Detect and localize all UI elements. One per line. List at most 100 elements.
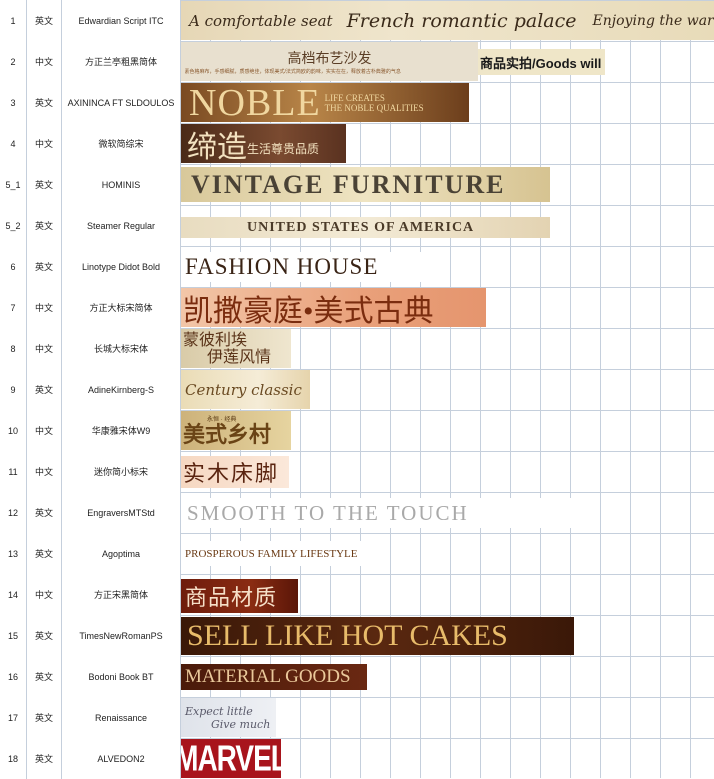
row-index: 15: [0, 615, 27, 656]
table-row[interactable]: 9 英文 AdineKirnberg-S Century classic: [0, 369, 714, 410]
font-sample-image: 实木床脚: [181, 456, 289, 488]
font-sample-image: NOBLE LIFE CREATES THE NOBLE QUALITIES: [181, 83, 469, 122]
sample-text: Expect little: [185, 704, 253, 718]
font-sample-image: 缔造 生活尊贵品质: [181, 124, 346, 163]
font-sample-image: MARVEL: [181, 739, 281, 778]
row-font-name: Linotype Didot Bold: [62, 246, 181, 287]
row-font-name: Agoptima: [62, 533, 181, 574]
sample-text: 伊莲风情: [207, 348, 272, 366]
row-font-name: 长城大标宋体: [62, 328, 181, 369]
sample-text: 蒙彼利埃: [183, 331, 248, 349]
font-sample-image: PROSPEROUS FAMILY LIFESTYLE: [181, 541, 361, 566]
row-font-name: Edwardian Script ITC: [62, 0, 181, 41]
table-row[interactable]: 2 中文 方正兰亭粗黑简体 高档布艺沙发 素色格麻布，手感细腻，质感绝佳，体现美…: [0, 41, 714, 82]
row-font-name: Bodoni Book BT: [62, 656, 181, 697]
sample-text: SELL LIKE HOT CAKES: [187, 619, 508, 652]
row-lang: 中文: [27, 328, 62, 369]
row-index: 11: [0, 451, 27, 492]
row-index: 12: [0, 492, 27, 533]
table-row[interactable]: 8 中文 长城大标宋体 蒙彼利埃 伊莲风情: [0, 328, 714, 369]
font-sample-image: FASHION HOUSE: [181, 252, 421, 282]
table-row[interactable]: 15 英文 TimesNewRomanPS SELL LIKE HOT CAKE…: [0, 615, 714, 656]
row-lang: 英文: [27, 369, 62, 410]
font-sample-image: SELL LIKE HOT CAKES: [181, 617, 574, 655]
sample-text: 生活尊贵品质: [247, 142, 320, 156]
table-row[interactable]: 16 英文 Bodoni Book BT MATERIAL GOODS: [0, 656, 714, 697]
row-index: 2: [0, 41, 27, 82]
row-lang: 英文: [27, 492, 62, 533]
table-row[interactable]: 14 中文 方正宋黑简体 商品材质: [0, 574, 714, 615]
row-font-name: 方正兰亭粗黑简体: [62, 41, 181, 82]
row-lang: 英文: [27, 697, 62, 738]
sample-text: VINTAGE FURNITURE: [191, 169, 506, 199]
row-index: 10: [0, 410, 27, 451]
row-lang: 中文: [27, 574, 62, 615]
table-row[interactable]: 13 英文 Agoptima PROSPEROUS FAMILY LIFESTY…: [0, 533, 714, 574]
table-row[interactable]: 3 英文 AXININCA FT SLDOULOS NOBLE LIFE CRE…: [0, 82, 714, 123]
row-index: 14: [0, 574, 27, 615]
row-font-name: 微软简综宋: [62, 123, 181, 164]
row-font-name: Renaissance: [62, 697, 181, 738]
table-row[interactable]: 12 英文 EngraversMTStd SMOOTH TO THE TOUCH: [0, 492, 714, 533]
font-sample-image: 永恒 · 经典 美式乡村: [181, 411, 291, 450]
row-index: 6: [0, 246, 27, 287]
row-lang: 英文: [27, 0, 62, 41]
row-font-name: AdineKirnberg-S: [62, 369, 181, 410]
row-font-name: ALVEDON2: [62, 738, 181, 779]
sample-text: Give much: [211, 717, 271, 731]
row-index: 8: [0, 328, 27, 369]
row-font-name: AXININCA FT SLDOULOS: [62, 82, 181, 123]
row-lang: 英文: [27, 615, 62, 656]
row-lang: 中文: [27, 41, 62, 82]
row-lang: 英文: [27, 533, 62, 574]
table-row[interactable]: 10 中文 华康雅宋体W9 永恒 · 经典 美式乡村: [0, 410, 714, 451]
font-sample-image: A comfortable seat French romantic palac…: [181, 1, 714, 40]
table-row[interactable]: 17 英文 Renaissance Expect little Give muc…: [0, 697, 714, 738]
sample-text: 商品材质: [185, 585, 278, 610]
row-lang: 英文: [27, 656, 62, 697]
row-font-name: 方正宋黑简体: [62, 574, 181, 615]
font-sample-image: 商品实拍/Goods will: [478, 49, 605, 75]
row-lang: 中文: [27, 410, 62, 451]
font-sample-image: 商品材质: [181, 579, 298, 613]
table-row[interactable]: 1 英文 Edwardian Script ITC A comfortable …: [0, 0, 714, 41]
font-sample-image: SMOOTH TO THE TOUCH: [181, 498, 581, 528]
sample-text: 缔造: [187, 130, 247, 164]
sample-text: THE NOBLE QUALITIES: [324, 102, 424, 113]
row-lang: 英文: [27, 82, 62, 123]
row-font-name: EngraversMTStd: [62, 492, 181, 533]
row-index: 9: [0, 369, 27, 410]
sample-text: Enjoying the warmth: [592, 12, 714, 29]
row-index: 13: [0, 533, 27, 574]
font-sample-image: VINTAGE FURNITURE: [181, 167, 550, 202]
font-sample-image: Century classic: [181, 370, 310, 409]
table-row[interactable]: 18 英文 ALVEDON2 MARVEL: [0, 738, 714, 779]
sample-text: MARVEL: [181, 739, 281, 778]
row-index: 1: [0, 0, 27, 41]
row-lang: 中文: [27, 123, 62, 164]
table-row[interactable]: 6 英文 Linotype Didot Bold FASHION HOUSE: [0, 246, 714, 287]
table-row[interactable]: 7 中文 方正大标宋简体 凯撒豪庭•美式古典: [0, 287, 714, 328]
font-sample-image: 高档布艺沙发 素色格麻布，手感细腻，质感绝佳，体现美式/法式简欧的韵味，实实在在…: [181, 42, 478, 81]
sample-text: FASHION HOUSE: [185, 254, 379, 279]
row-lang: 中文: [27, 287, 62, 328]
sample-text: French romantic palace: [346, 9, 577, 32]
row-index: 5_2: [0, 205, 27, 246]
sample-caption: 素色格麻布，手感细腻，质感绝佳，体现美式/法式简欧的韵味，实实在在，释放着古朴典…: [184, 69, 401, 75]
table-row[interactable]: 5_2 英文 Steamer Regular UNITED STATES OF …: [0, 205, 714, 246]
sample-text: 实木床脚: [183, 461, 280, 486]
row-font-name: 华康雅宋体W9: [62, 410, 181, 451]
font-sample-image: 蒙彼利埃 伊莲风情: [181, 329, 291, 368]
sample-text: PROSPEROUS FAMILY LIFESTYLE: [185, 547, 358, 560]
sample-text: NOBLE: [189, 83, 321, 122]
row-index: 3: [0, 82, 27, 123]
sample-text: A comfortable seat: [189, 11, 333, 30]
table-row[interactable]: 11 中文 迷你简小标宋 实木床脚: [0, 451, 714, 492]
row-index: 5_1: [0, 164, 27, 205]
table-row[interactable]: 4 中文 微软简综宋 缔造 生活尊贵品质: [0, 123, 714, 164]
table-row[interactable]: 5_1 英文 HOMINIS VINTAGE FURNITURE: [0, 164, 714, 205]
sample-text: MATERIAL GOODS: [185, 666, 351, 687]
sample-text: Century classic: [185, 380, 302, 399]
row-lang: 英文: [27, 246, 62, 287]
font-sample-image: UNITED STATES OF AMERICA: [181, 217, 550, 238]
